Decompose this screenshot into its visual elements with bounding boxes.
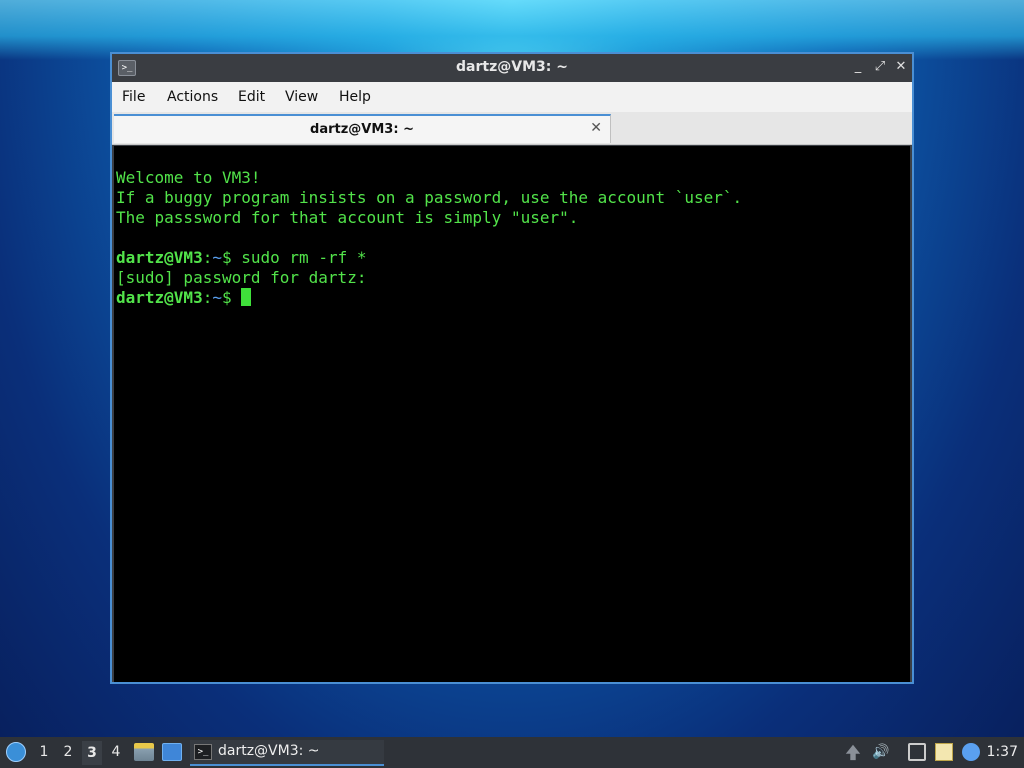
window-title: dartz@VM3: ~	[456, 59, 568, 75]
prompt-user: dartz@VM3	[116, 248, 203, 267]
minimize-button[interactable]: _	[850, 59, 866, 75]
menu-actions[interactable]: Actions	[167, 89, 218, 105]
desktop-wallpaper	[0, 0, 1024, 60]
workspace-3[interactable]: 3	[82, 741, 102, 765]
file-manager-icon[interactable]	[134, 743, 154, 761]
workspace-1[interactable]: 1	[34, 744, 54, 760]
taskbar: 1 2 3 4 >_ dartz@VM3: ~ 🔊 1:37	[0, 737, 1024, 768]
terminal-window[interactable]: >_ dartz@VM3: ~ _ ⤢ ✕ File Actions Edit …	[110, 52, 914, 684]
terminal-line: Welcome to VM3!	[116, 168, 261, 187]
terminal-line: [sudo] password for dartz:	[116, 268, 367, 287]
tab-label: dartz@VM3: ~	[310, 122, 414, 137]
prompt-separator: :	[202, 288, 213, 307]
terminal-output[interactable]: Welcome to VM3! If a buggy program insist…	[114, 146, 910, 682]
notification-icon[interactable]	[962, 743, 980, 761]
show-desktop-icon[interactable]	[162, 743, 182, 761]
distro-logo-icon[interactable]	[6, 742, 26, 762]
prompt-separator: :	[202, 248, 213, 267]
menubar: File Actions Edit View Help	[112, 82, 912, 112]
prompt-path: ~	[212, 248, 222, 267]
network-icon[interactable]	[908, 743, 926, 761]
tab-bar: dartz@VM3: ~ ✕	[112, 112, 912, 145]
prompt-line: dartz@VM3:~$	[116, 288, 910, 308]
tab-terminal[interactable]: dartz@VM3: ~ ✕	[114, 114, 611, 143]
terminal-line: If a buggy program insists on a password…	[116, 188, 743, 207]
terminal-icon: >_	[194, 744, 212, 760]
text-cursor	[241, 288, 252, 306]
menu-view[interactable]: View	[285, 89, 318, 105]
menu-help[interactable]: Help	[339, 89, 371, 105]
prompt-path: ~	[212, 288, 222, 307]
clock[interactable]: 1:37	[987, 744, 1018, 760]
maximize-button[interactable]: ⤢	[872, 59, 888, 75]
prompt-user: dartz@VM3	[116, 288, 203, 307]
window-titlebar[interactable]: >_ dartz@VM3: ~ _ ⤢ ✕	[112, 54, 912, 82]
close-button[interactable]: ✕	[893, 59, 909, 75]
prompt-line: dartz@VM3:~$ sudo rm -rf *	[116, 248, 910, 268]
prompt-symbol: $	[221, 248, 242, 267]
task-label: dartz@VM3: ~	[218, 743, 320, 759]
command-text: sudo rm -rf *	[241, 248, 367, 267]
taskbar-task-terminal[interactable]: >_ dartz@VM3: ~	[190, 740, 384, 766]
menu-file[interactable]: File	[122, 89, 145, 105]
terminal-line: The passsword for that account is simply…	[116, 208, 579, 227]
workspace-4[interactable]: 4	[106, 744, 126, 760]
tab-close-icon[interactable]: ✕	[590, 120, 602, 136]
volume-icon[interactable]: 🔊	[872, 743, 890, 761]
prompt-symbol: $	[221, 288, 242, 307]
clipboard-icon[interactable]	[935, 743, 953, 761]
update-arrow-icon[interactable]	[845, 744, 861, 761]
menu-edit[interactable]: Edit	[238, 89, 265, 105]
workspace-2[interactable]: 2	[58, 744, 78, 760]
